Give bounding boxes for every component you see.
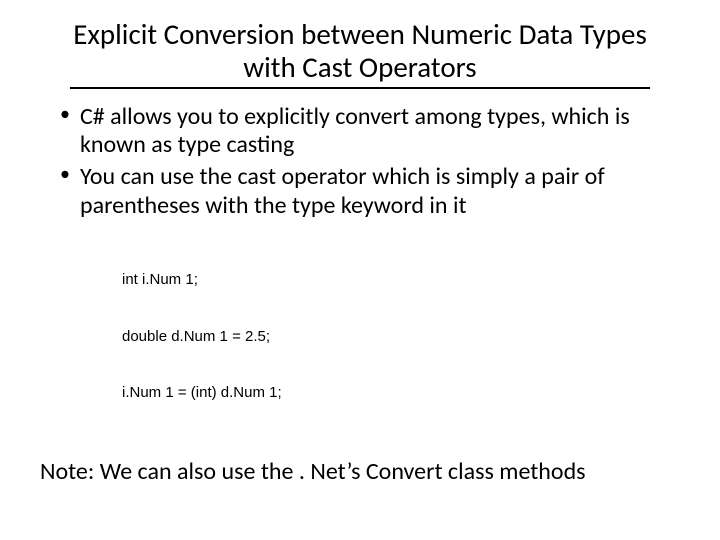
bullet-list: C# allows you to explicitly convert amon… xyxy=(40,103,680,220)
code-block: int i.Num 1; double d.Num 1 = 2.5; i.Num… xyxy=(122,234,680,440)
code-line: double d.Num 1 = 2.5; xyxy=(122,328,680,347)
code-line: int i.Num 1; xyxy=(122,271,680,290)
bullet-item: You can use the cast operator which is s… xyxy=(66,163,680,220)
note-text: Note: We can also use the . Net’s Conver… xyxy=(40,457,586,486)
slide: Explicit Conversion between Numeric Data… xyxy=(0,0,720,540)
bullet-item: C# allows you to explicitly convert amon… xyxy=(66,103,680,160)
code-line: i.Num 1 = (int) d.Num 1; xyxy=(122,384,680,403)
slide-title: Explicit Conversion between Numeric Data… xyxy=(70,18,650,89)
